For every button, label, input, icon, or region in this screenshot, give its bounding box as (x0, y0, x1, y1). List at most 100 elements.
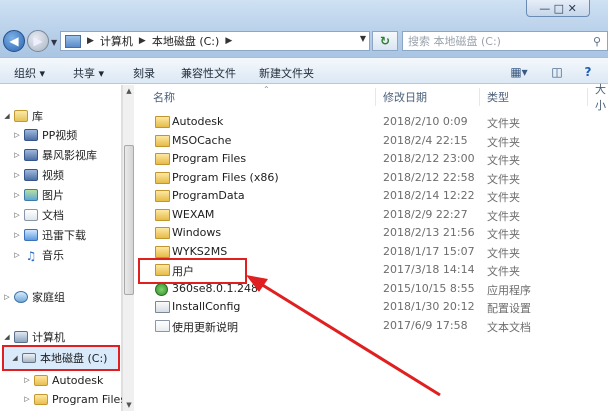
nav-computer[interactable]: ◢ 计算机 (2, 328, 65, 346)
file-name: Windows (172, 226, 222, 239)
chevron-right-icon[interactable]: ▶ (87, 36, 94, 46)
column-header-date[interactable]: 修改日期 (383, 88, 427, 106)
preview-pane-button[interactable]: ◫ (549, 63, 565, 80)
search-icon[interactable]: ⚲ (593, 35, 601, 48)
table-row[interactable]: Program Files (x86) 2018/2/12 22:58 文件夹 (135, 169, 608, 187)
table-row[interactable]: Autodesk 2018/2/10 0:09 文件夹 (135, 113, 608, 131)
scroll-down-icon[interactable]: ▼ (123, 399, 135, 411)
breadcrumb-local-disk[interactable]: 本地磁盘 (C:) (152, 33, 219, 49)
video-library-icon (24, 149, 38, 161)
table-row[interactable]: ProgramData 2018/2/14 12:22 文件夹 (135, 187, 608, 205)
column-divider[interactable] (479, 88, 480, 106)
burn-button[interactable]: 刻录 (133, 65, 155, 81)
app-icon (155, 282, 168, 296)
file-type: 文件夹 (487, 135, 520, 149)
nav-item-videos[interactable]: ▷ 视频 (12, 166, 64, 184)
scroll-thumb[interactable] (124, 145, 134, 295)
file-date: 2017/6/9 17:58 (383, 318, 468, 332)
file-date: 2018/2/14 12:22 (383, 189, 475, 202)
folder-icon (155, 245, 170, 258)
file-type: 文件夹 (487, 209, 520, 223)
expand-icon[interactable]: ▷ (12, 191, 22, 199)
expand-icon[interactable]: ▷ (12, 211, 22, 219)
recent-pages-dropdown[interactable]: ▼ (51, 38, 57, 47)
organize-button[interactable]: 组织 ▾ (14, 65, 45, 81)
scroll-up-icon[interactable]: ▲ (123, 85, 135, 97)
file-date: 2018/2/10 0:09 (383, 115, 468, 128)
nav-item-baofeng[interactable]: ▷ 暴风影视库 (12, 146, 97, 164)
back-button[interactable]: ◀ (3, 30, 25, 52)
file-date: 2018/1/17 15:07 (383, 244, 475, 258)
file-name: Autodesk (172, 115, 224, 128)
nav-item-documents[interactable]: ▷ 文档 (12, 206, 64, 224)
title-bar: — □ ✕ ◀ ▶ ▼ ▶ 计算机 ▶ 本地磁盘 (C:) ▶ ▼ ↻ 搜索 本… (0, 0, 608, 57)
file-name: Program Files (x86) (172, 170, 279, 184)
file-name: ProgramData (172, 189, 245, 202)
expand-icon[interactable]: ▷ (12, 171, 22, 179)
file-type: 配置设置 (487, 302, 531, 315)
table-row[interactable]: MSOCache 2018/2/4 22:15 文件夹 (135, 132, 608, 150)
column-divider[interactable] (375, 88, 376, 106)
file-name: 使用更新说明 (172, 320, 238, 334)
file-name: InstallConfig (172, 300, 241, 313)
breadcrumb-computer[interactable]: 计算机 (100, 33, 133, 49)
table-row[interactable]: InstallConfig 2018/1/30 20:12 配置设置 (135, 298, 608, 316)
nav-item-music[interactable]: ▷ ♫ 音乐 (12, 246, 64, 264)
compatibility-files-button[interactable]: 兼容性文件 (181, 65, 236, 81)
expand-icon[interactable]: ▷ (12, 151, 22, 159)
nav-item-pictures[interactable]: ▷ 图片 (12, 186, 64, 204)
column-divider[interactable] (587, 88, 588, 106)
text-file-icon (155, 319, 170, 332)
search-placeholder: 搜索 本地磁盘 (C:) (408, 35, 501, 48)
folder-icon (155, 153, 170, 165)
bottom-fade (330, 350, 608, 411)
sort-arrow-icon: ⌃ (263, 85, 270, 94)
new-folder-button[interactable]: 新建文件夹 (259, 65, 314, 81)
table-row[interactable]: Program Files 2018/2/12 23:00 文件夹 (135, 150, 608, 168)
nav-label: PP视频 (42, 129, 78, 142)
search-input[interactable]: 搜索 本地磁盘 (C:) ⚲ (402, 31, 608, 51)
nav-scrollbar[interactable]: ▲ ▼ (122, 85, 134, 411)
file-name: MSOCache (172, 133, 232, 147)
expand-icon[interactable]: ▷ (12, 231, 22, 239)
nav-item-pp-video[interactable]: ▷ PP视频 (12, 126, 77, 144)
refresh-button[interactable]: ↻ (372, 31, 398, 51)
nav-label: 暴风影视库 (42, 149, 97, 162)
expand-icon[interactable]: ▷ (2, 293, 12, 301)
nav-homegroup[interactable]: ▷ 家庭组 (2, 288, 65, 306)
share-button[interactable]: 共享 ▾ (73, 65, 104, 81)
folder-icon (34, 393, 48, 405)
folder-icon (155, 227, 170, 239)
expand-icon[interactable]: ▷ (22, 376, 32, 384)
expand-icon[interactable]: ▷ (22, 395, 32, 403)
file-date: 2017/3/18 14:14 (383, 263, 475, 276)
table-row[interactable]: Windows 2018/2/13 21:56 文件夹 (135, 224, 608, 242)
view-options-button[interactable]: ▦▾ (506, 63, 532, 80)
forward-button[interactable]: ▶ (27, 30, 49, 52)
pictures-icon (24, 189, 38, 201)
help-button[interactable]: ? (580, 63, 596, 80)
nav-label: Program Files (52, 392, 127, 406)
table-row[interactable]: 使用更新说明 2017/6/9 17:58 文本文档 (135, 317, 608, 335)
table-row[interactable]: WEXAM 2018/2/9 22:27 文件夹 (135, 206, 608, 224)
expand-icon[interactable]: ▷ (12, 131, 22, 139)
address-bar[interactable]: ▶ 计算机 ▶ 本地磁盘 (C:) ▶ ▼ (60, 31, 370, 51)
nav-libraries[interactable]: ◢ 库 (2, 107, 43, 125)
expand-icon[interactable]: ◢ (2, 112, 12, 120)
expand-icon[interactable]: ▷ (12, 251, 22, 259)
file-name: Program Files (172, 152, 247, 165)
window-controls[interactable]: — □ ✕ (526, 0, 590, 17)
column-header-type[interactable]: 类型 (487, 88, 509, 106)
nav-item-xunlei[interactable]: ▷ 迅雷下载 (12, 226, 86, 244)
chevron-down-icon[interactable]: ▼ (360, 34, 366, 43)
folder-icon (155, 171, 170, 184)
column-header-size[interactable]: 大小 (595, 83, 608, 112)
computer-icon (14, 331, 28, 343)
nav-label: 计算机 (32, 331, 65, 344)
nav-sub-program-files[interactable]: ▷ Program Files (22, 390, 126, 408)
chevron-right-icon[interactable]: ▶ (139, 36, 146, 46)
nav-sub-autodesk[interactable]: ▷ Autodesk (22, 371, 103, 389)
expand-icon[interactable]: ◢ (2, 333, 12, 341)
column-header-name[interactable]: 名称 (153, 88, 175, 106)
chevron-right-icon[interactable]: ▶ (225, 36, 232, 46)
